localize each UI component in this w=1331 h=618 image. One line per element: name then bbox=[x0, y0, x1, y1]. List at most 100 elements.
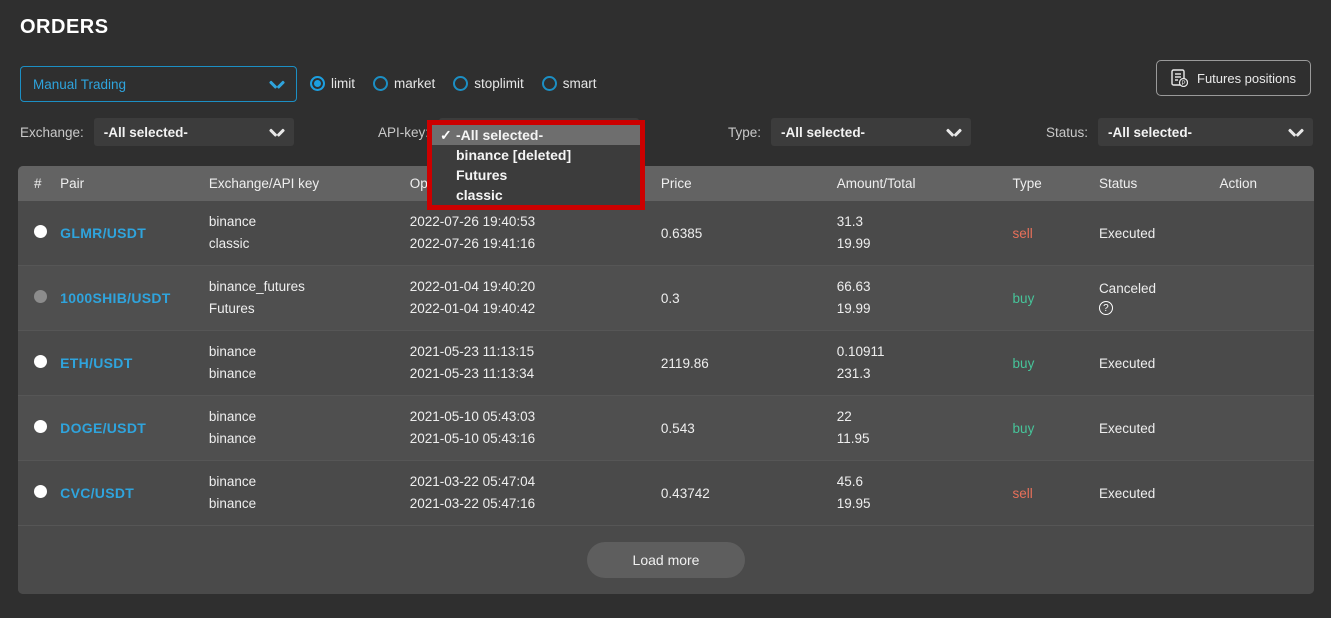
filter-exchange-select[interactable]: -All selected- bbox=[93, 118, 294, 146]
row-indicator-cell bbox=[18, 460, 55, 525]
row-dates-cell: 2022-01-04 19:40:20 2022-01-04 19:40:42 bbox=[403, 265, 655, 331]
total-value: 19.95 bbox=[836, 496, 871, 511]
pair-link[interactable]: 1000SHIB/USDT bbox=[60, 290, 171, 306]
row-pair-cell[interactable]: 1000SHIB/USDT bbox=[54, 265, 203, 331]
chevron-down-icon bbox=[1289, 128, 1303, 137]
row-amount-cell: 0.10911 231.3 bbox=[830, 330, 1007, 396]
table-row[interactable]: ETH/USDT binance binance 2021-05-23 11:13:1… bbox=[18, 330, 1314, 396]
status-text: Executed bbox=[1098, 355, 1156, 371]
row-exchange-cell: binance classic bbox=[203, 201, 404, 266]
dropdown-item-label: classic bbox=[456, 187, 503, 203]
table-row[interactable]: DOGE/USDT binance binance 2021-05-10 05:43:… bbox=[18, 395, 1314, 461]
chevron-down-icon bbox=[270, 128, 284, 137]
exchange-name: binance bbox=[208, 409, 257, 424]
radio-dot-icon bbox=[310, 76, 325, 91]
check-icon: ✓ bbox=[440, 126, 452, 143]
apikey-dropdown-menu[interactable]: ✓ -All selected-binance [deleted] Futures c… bbox=[427, 120, 645, 210]
filter-type-select[interactable]: -All selected- bbox=[771, 118, 972, 146]
load-more-row: Load more bbox=[18, 525, 1314, 594]
amount-value: 66.63 bbox=[836, 279, 871, 294]
row-price-cell: 2119.86 bbox=[654, 330, 831, 396]
row-action-cell[interactable] bbox=[1213, 460, 1314, 525]
row-pair-cell[interactable]: ETH/USDT bbox=[54, 330, 203, 396]
date-open: 2021-05-10 05:43:03 bbox=[409, 409, 536, 424]
row-amount-cell: 22 11.95 bbox=[830, 395, 1007, 461]
help-icon[interactable]: ? bbox=[1098, 301, 1113, 315]
radio-dot-icon bbox=[541, 76, 557, 91]
svg-text:P: P bbox=[1181, 81, 1185, 87]
filter-status-select[interactable]: -All selected- bbox=[1098, 118, 1314, 146]
order-side-label: sell bbox=[1012, 485, 1033, 501]
pair-link[interactable]: ETH/USDT bbox=[60, 355, 132, 371]
date-open: 2021-03-22 05:47:04 bbox=[409, 474, 536, 489]
table-header-row: # Pair Exchange/API key Op Price Amount/… bbox=[18, 166, 1314, 201]
row-exchange-cell: binance binance bbox=[202, 460, 404, 525]
row-price-cell: 0.543 bbox=[654, 395, 831, 461]
row-price-cell: 0.6385 bbox=[660, 225, 703, 241]
date-open: 2022-07-26 19:40:53 bbox=[409, 214, 536, 229]
futures-positions-button[interactable]: P Futures positions bbox=[1156, 60, 1311, 96]
col-status: Status bbox=[1092, 166, 1214, 201]
order-side-label: buy bbox=[1012, 355, 1035, 371]
row-action-cell[interactable] bbox=[1213, 265, 1314, 331]
date-open: 2022-01-04 19:40:20 bbox=[409, 279, 536, 294]
status-text: Executed bbox=[1098, 485, 1156, 501]
load-more-button[interactable]: Load more bbox=[586, 542, 746, 578]
row-pair-cell[interactable]: DOGE/USDT bbox=[54, 395, 203, 461]
total-value: 19.99 bbox=[836, 236, 871, 251]
status-text: Executed bbox=[1098, 225, 1156, 241]
date-close: 2021-03-22 05:47:16 bbox=[409, 496, 536, 511]
row-pair-cell[interactable]: GLMR/USDT bbox=[54, 201, 203, 266]
row-action-cell[interactable] bbox=[1213, 330, 1314, 396]
orders-table-panel: # Pair Exchange/API key Op Price Amount/… bbox=[18, 166, 1314, 594]
chevron-down-icon bbox=[270, 80, 284, 89]
filter-type: Type: -All selected- bbox=[728, 118, 972, 146]
dropdown-item-3[interactable]: classic bbox=[432, 185, 640, 205]
row-status-cell: Canceled? bbox=[1092, 265, 1214, 331]
radio-market[interactable]: market bbox=[373, 76, 435, 91]
pair-link[interactable]: GLMR/USDT bbox=[60, 225, 146, 241]
status-dot-icon bbox=[34, 420, 47, 433]
radio-limit-label: limit bbox=[331, 76, 355, 91]
filter-type-value: -All selected- bbox=[781, 124, 866, 140]
amount-value: 31.3 bbox=[836, 214, 864, 229]
radio-smart[interactable]: smart bbox=[541, 76, 597, 91]
row-type-cell: buy bbox=[1006, 395, 1093, 461]
page-title: ORDERS bbox=[20, 16, 109, 38]
dropdown-item-1[interactable]: binance [deleted] bbox=[432, 145, 640, 165]
pair-link[interactable]: CVC/USDT bbox=[60, 485, 134, 501]
orders-page: ORDERS Manual Trading limit market stopl… bbox=[0, 0, 1331, 618]
col-price: Price bbox=[654, 166, 831, 201]
row-type-cell: sell bbox=[1007, 201, 1093, 266]
date-close: 2022-07-26 19:41:16 bbox=[409, 236, 536, 251]
pair-link[interactable]: DOGE/USDT bbox=[60, 420, 146, 436]
dropdown-item-2[interactable]: Futures bbox=[432, 165, 640, 185]
radio-dot-icon bbox=[373, 76, 388, 91]
row-price-cell: 0.43742 bbox=[654, 460, 831, 525]
table-row[interactable]: GLMR/USDT binance classic 2022-07-26 19:40:… bbox=[18, 201, 1314, 266]
radio-limit[interactable]: limit bbox=[310, 76, 355, 91]
row-pair-cell[interactable]: CVC/USDT bbox=[54, 460, 203, 525]
dropdown-item-0[interactable]: ✓ -All selected- bbox=[432, 125, 640, 145]
total-value: 11.95 bbox=[836, 431, 870, 446]
dropdown-item-label: Futures bbox=[456, 167, 508, 183]
radio-stoplimit[interactable]: stoplimit bbox=[453, 76, 524, 91]
col-action: Action bbox=[1213, 166, 1314, 201]
status-text: Canceled bbox=[1098, 281, 1156, 296]
row-type-cell: sell bbox=[1006, 460, 1093, 525]
status-dot-icon bbox=[34, 355, 47, 368]
order-side-label: buy bbox=[1012, 290, 1035, 306]
radio-smart-label: smart bbox=[562, 76, 597, 91]
table-row[interactable]: CVC/USDT binance binance 2021-03-22 05:47:0… bbox=[18, 460, 1314, 525]
row-action-cell[interactable] bbox=[1213, 395, 1314, 461]
trading-mode-select[interactable]: Manual Trading bbox=[20, 66, 297, 102]
date-close: 2021-05-23 11:13:34 bbox=[409, 366, 535, 381]
row-dates-cell: 2021-05-23 11:13:15 2021-05-23 11:13:34 bbox=[403, 330, 655, 396]
apikey-name: binance bbox=[208, 496, 257, 511]
col-exchange: Exchange/API key bbox=[202, 166, 404, 201]
exchange-name: binance_futures bbox=[208, 279, 305, 294]
dropdown-item-label: -All selected- bbox=[456, 127, 544, 143]
table-row[interactable]: 1000SHIB/USDT binance_futures Futures 2022-… bbox=[18, 265, 1314, 331]
row-action-cell[interactable] bbox=[1213, 201, 1314, 266]
col-number: # bbox=[18, 166, 55, 201]
